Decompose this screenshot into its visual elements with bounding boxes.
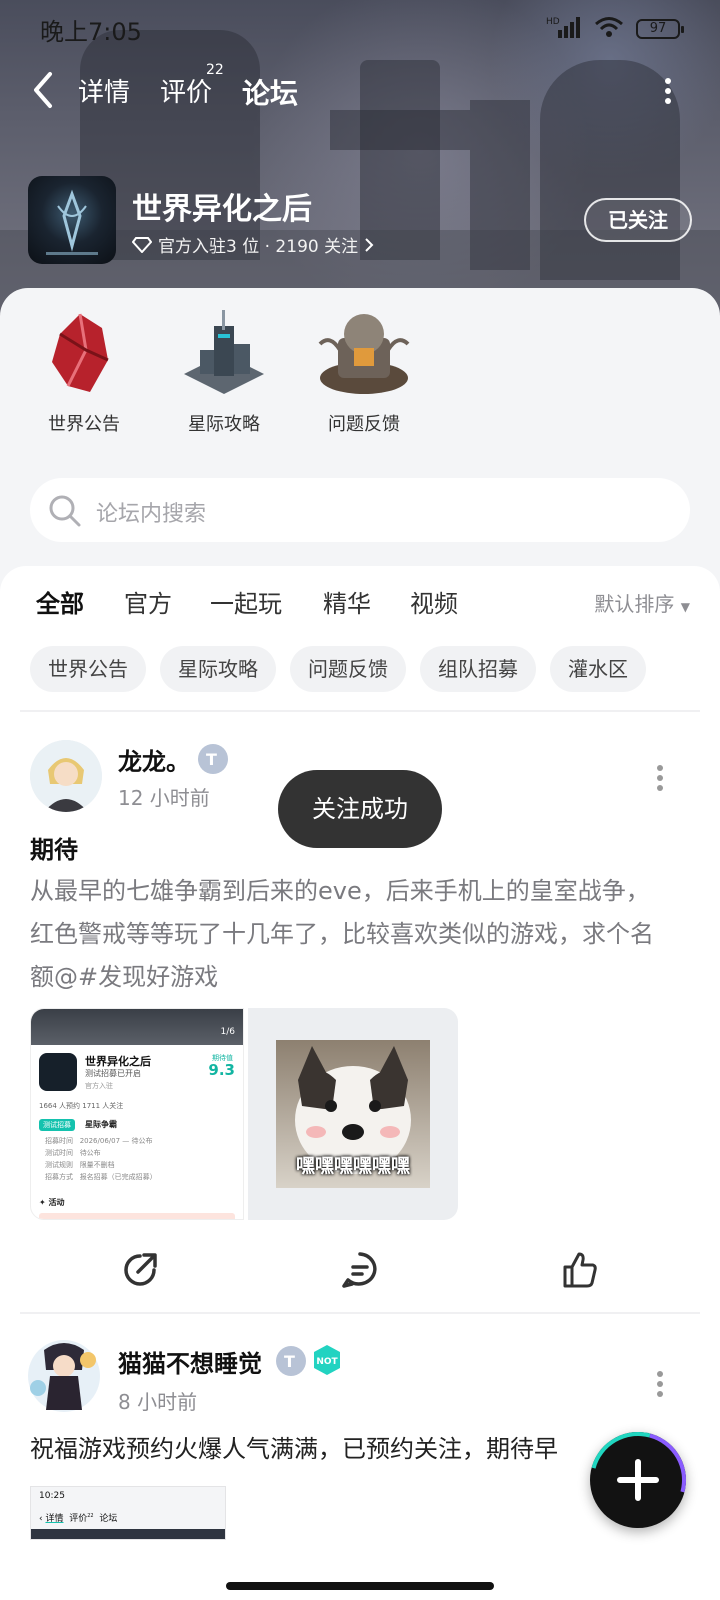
search-icon [48, 494, 82, 528]
battery-icon: 97 [636, 19, 684, 39]
forum-search[interactable]: 论坛内搜索 [30, 478, 690, 542]
wifi-icon [594, 16, 624, 42]
comment-icon[interactable] [340, 1250, 380, 1290]
chip-feedback[interactable]: 问题反馈 [290, 646, 406, 692]
like-icon[interactable] [560, 1250, 600, 1290]
svg-text:NOT: NOT [316, 1357, 338, 1367]
status-time: 晚上7:05 [40, 17, 142, 46]
top-nav: 详情 评价 22 论坛 [0, 62, 720, 118]
mini-activity-bar [39, 1213, 235, 1219]
crystal-icon [30, 304, 138, 404]
signal-icon: HD [546, 16, 582, 42]
post-author[interactable]: 猫猫不想睡觉 [118, 1344, 262, 1379]
game-title: 世界异化之后 [132, 192, 312, 227]
filter-tab-videos[interactable]: 视频 [410, 584, 458, 619]
plus-icon [614, 1456, 662, 1504]
preview-tabs: ‹ 详情 评价22 论坛 [39, 1513, 118, 1524]
avatar[interactable] [24, 1336, 104, 1416]
chip-guides[interactable]: 星际攻略 [160, 646, 276, 692]
verified-badge-icon: T [276, 1346, 306, 1376]
game-logo[interactable] [28, 176, 116, 264]
not-badge-icon: NOT [312, 1344, 342, 1376]
header-background: 晚上7:05 HD 97 详情 评价 22 论坛 世界异化之后 官方入驻3 位 … [0, 0, 720, 330]
screenshot-banner: 1/6 [31, 1009, 243, 1045]
mini-rows: 招募时间 2026/06/07 — 待公布 测试时间 待公布 测试规则 限量不删… [45, 1137, 157, 1181]
preview-banner [31, 1529, 225, 1539]
mini-stats: 1664 人预约 1711 人关注 [39, 1102, 124, 1110]
more-menu-icon[interactable] [664, 76, 672, 106]
post-more-icon[interactable] [656, 1370, 664, 1398]
divider [20, 710, 700, 712]
tab-forum[interactable]: 论坛 [239, 72, 301, 112]
quick-link-label: 问题反馈 [328, 414, 400, 435]
chip-team-recruit[interactable]: 组队招募 [420, 646, 536, 692]
game-header: 世界异化之后 官方入驻3 位 · 2190 关注 已关注 [28, 176, 692, 266]
filter-tabs: 全部 官方 一起玩 精华 视频 默认排序 ▼ [36, 584, 690, 627]
reviews-count-badge: 22 [206, 62, 224, 78]
game-meta[interactable]: 官方入驻3 位 · 2190 关注 [132, 232, 374, 257]
post-more-icon[interactable] [656, 764, 664, 792]
caret-down-icon: ▼ [680, 600, 690, 614]
home-indicator[interactable] [226, 1582, 494, 1590]
create-post-button[interactable] [590, 1432, 686, 1528]
space-station-icon [170, 304, 278, 404]
svg-text:T: T [206, 750, 217, 769]
post-time: 8 小时前 [118, 1390, 198, 1414]
status-bar: 晚上7:05 HD 97 [40, 12, 684, 46]
follow-button[interactable]: 已关注 [584, 198, 692, 242]
filter-tab-play-together[interactable]: 一起玩 [210, 584, 282, 619]
chevron-right-icon [365, 237, 374, 252]
tab-details[interactable]: 详情 [78, 72, 130, 109]
back-arrow-icon[interactable] [28, 70, 64, 110]
post-title: 期待 [30, 836, 78, 864]
chip-chat[interactable]: 灌水区 [550, 646, 646, 692]
mini-test-badge: 测试招募 [39, 1119, 75, 1131]
post-image-preview[interactable]: 10:25 ‹ 详情 评价22 论坛 [30, 1486, 226, 1540]
filter-tab-all[interactable]: 全部 [36, 584, 84, 627]
mini-test-name: 星际争霸 [85, 1120, 117, 1129]
quick-links: 世界公告 星际攻略 问题反馈 [30, 304, 418, 436]
mini-game-sub: 测试招募已开启 [85, 1069, 141, 1078]
meme-caption: 嘿嘿嘿嘿嘿嘿 [295, 1155, 410, 1177]
dog-meme-image: 嘿嘿嘿嘿嘿嘿 [276, 1040, 430, 1188]
search-placeholder: 论坛内搜索 [96, 502, 207, 527]
avatar[interactable] [30, 740, 102, 812]
category-chips: 世界公告 星际攻略 问题反馈 组队招募 灌水区 [30, 646, 646, 692]
diamond-icon [132, 236, 152, 253]
quick-link-feedback[interactable]: 问题反馈 [310, 304, 418, 436]
quick-link-label: 世界公告 [48, 414, 120, 435]
mini-official: 官方入驻 [85, 1082, 113, 1090]
post-author[interactable]: 龙龙。 [118, 742, 190, 777]
post-image-screenshot[interactable]: 1/6 世界异化之后 测试招募已开启 官方入驻 期待值 9.3 1664 人预约… [30, 1008, 244, 1220]
quick-link-announcements[interactable]: 世界公告 [30, 304, 138, 436]
mini-game-name: 世界异化之后 [85, 1055, 151, 1068]
tab-reviews[interactable]: 评价 [160, 72, 212, 109]
post-body: 从最早的七雄争霸到后来的eve，后来手机上的皇室战争，红色警戒等等玩了十几年了，… [30, 877, 654, 991]
divider [20, 1312, 700, 1314]
toast-message: 关注成功 [278, 770, 442, 848]
svg-text:T: T [284, 1352, 295, 1371]
mini-expect-score: 9.3 [208, 1061, 235, 1079]
post-actions [0, 1250, 720, 1310]
filter-tab-featured[interactable]: 精华 [323, 584, 371, 619]
status-icons: HD 97 [546, 16, 684, 42]
post-image-meme[interactable]: 嘿嘿嘿嘿嘿嘿 [248, 1008, 458, 1220]
image-counter: 1/6 [220, 1027, 235, 1037]
svg-text:HD: HD [546, 17, 560, 27]
machine-icon [310, 304, 418, 404]
mini-activity: ✦ 活动 [39, 1198, 65, 1207]
game-stats: 官方入驻3 位 · 2190 关注 [158, 237, 359, 257]
sort-dropdown[interactable]: 默认排序 ▼ [594, 588, 690, 617]
preview-time: 10:25 [39, 1491, 65, 1501]
chip-announcements[interactable]: 世界公告 [30, 646, 146, 692]
share-icon[interactable] [120, 1250, 160, 1290]
filter-tab-official[interactable]: 官方 [124, 584, 172, 619]
quick-link-label: 星际攻略 [188, 414, 260, 435]
post-time: 12 小时前 [118, 786, 210, 810]
post-body: 祝福游戏预约火爆人气满满，已预约关注，期待早 [30, 1435, 558, 1463]
verified-badge-icon: T [198, 744, 228, 774]
sort-label: 默认排序 [594, 592, 675, 616]
mini-game-logo [39, 1053, 77, 1091]
quick-link-guides[interactable]: 星际攻略 [170, 304, 278, 436]
